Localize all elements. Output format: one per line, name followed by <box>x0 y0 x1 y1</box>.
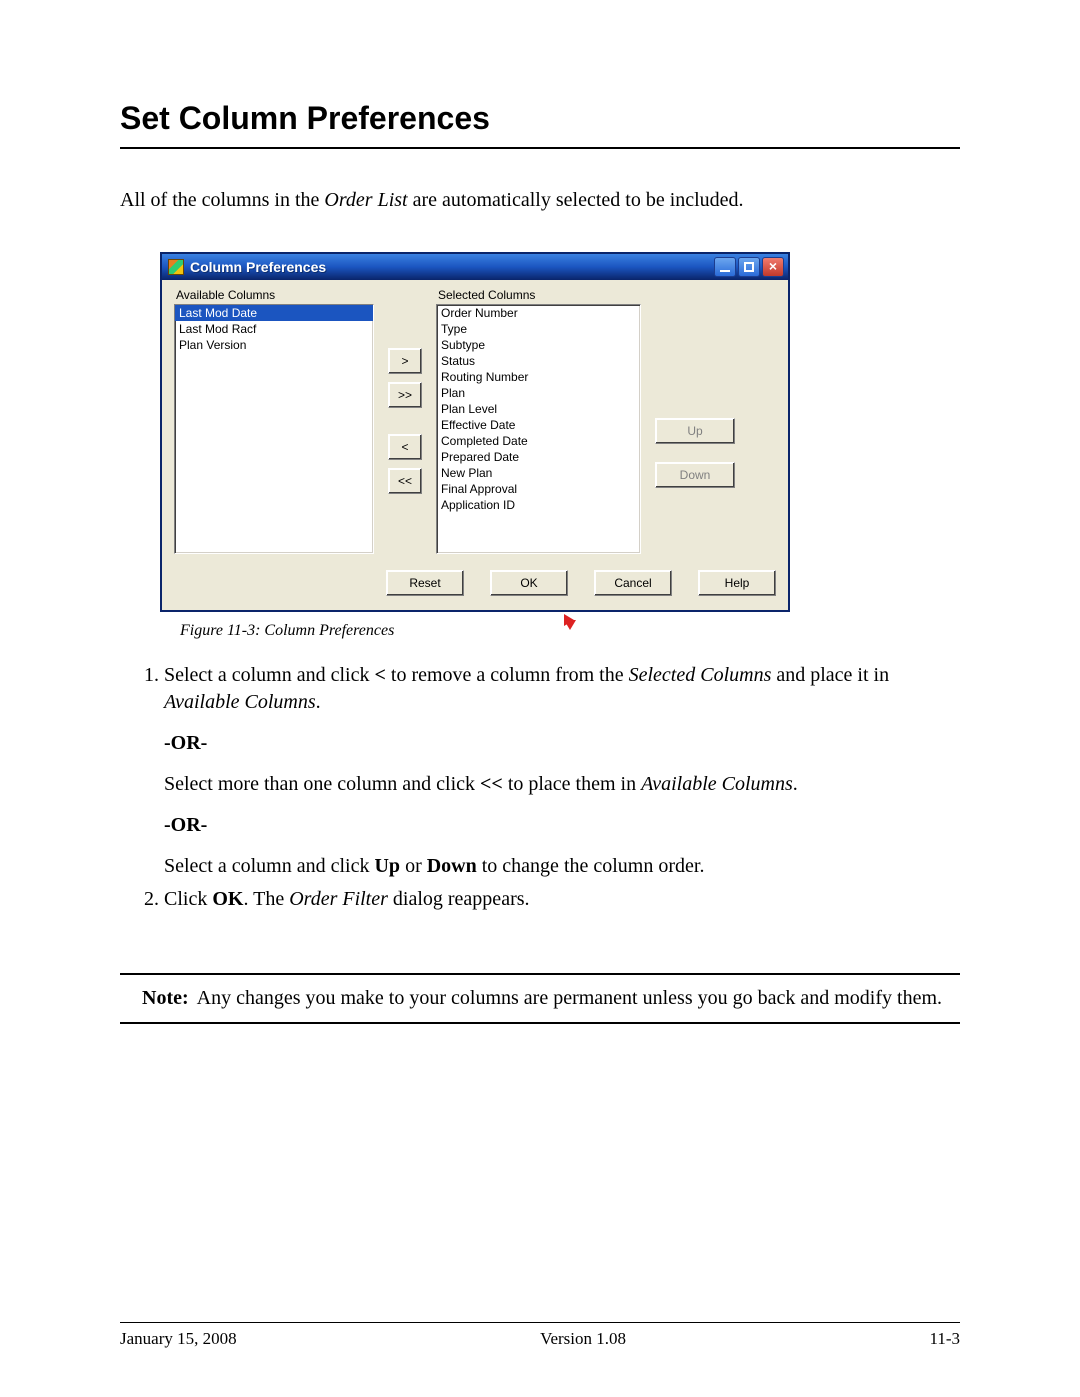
ok-button[interactable]: OK <box>490 570 568 596</box>
move-all-left-button[interactable]: << <box>388 468 422 494</box>
window-close-button[interactable] <box>762 257 784 277</box>
or-divider-2: -OR- <box>164 812 960 839</box>
footer-version: Version 1.08 <box>540 1329 626 1349</box>
list-item[interactable]: Plan Version <box>175 337 373 353</box>
t: Selected Columns <box>629 664 772 686</box>
step-2: Click OK. The Order Filter dialog reappe… <box>164 886 960 913</box>
or-divider: -OR- <box>164 730 960 757</box>
window-minimize-button[interactable] <box>714 257 736 277</box>
list-item[interactable]: Type <box>437 321 640 337</box>
list-item[interactable]: Last Mod Date <box>175 305 373 321</box>
t: and place it in <box>771 664 889 686</box>
t: Available Columns <box>164 691 316 713</box>
t: OK <box>212 888 243 910</box>
footer-page: 11-3 <box>929 1329 960 1349</box>
available-columns-listbox[interactable]: Last Mod DateLast Mod RacfPlan Version <box>174 304 374 554</box>
intro-text-b: are automatically selected to be include… <box>408 189 744 211</box>
footer-date: January 15, 2008 <box>120 1329 237 1349</box>
reset-button[interactable]: Reset <box>386 570 464 596</box>
intro-paragraph: All of the columns in the Order List are… <box>120 189 960 212</box>
list-item[interactable]: Application ID <box>437 497 640 513</box>
page-title: Set Column Preferences <box>120 100 960 137</box>
note-label: Note: <box>142 987 189 1010</box>
list-item[interactable]: Plan <box>437 385 640 401</box>
list-item[interactable]: Prepared Date <box>437 449 640 465</box>
list-item[interactable]: Final Approval <box>437 481 640 497</box>
step-1: Select a column and click < to remove a … <box>164 662 960 716</box>
note-rule-top <box>120 973 960 975</box>
titlebar[interactable]: Column Preferences <box>162 254 788 280</box>
selected-columns-listbox[interactable]: Order NumberTypeSubtypeStatusRouting Num… <box>436 304 641 554</box>
note-block: Note: Any changes you make to your colum… <box>120 987 960 1010</box>
column-preferences-dialog: Column Preferences Available Columns Las… <box>160 252 790 612</box>
instructions: Select a column and click < to remove a … <box>120 662 960 913</box>
alt-step-1: Select more than one column and click <<… <box>164 771 960 798</box>
figure-caption: Figure 11-3: Column Preferences <box>180 622 960 640</box>
list-item[interactable]: New Plan <box>437 465 640 481</box>
t: < <box>374 664 385 686</box>
move-up-button[interactable]: Up <box>655 418 735 444</box>
available-columns-label: Available Columns <box>176 288 374 302</box>
t: to remove a column from the <box>386 664 629 686</box>
t: Down <box>427 855 477 877</box>
intro-italic: Order List <box>324 189 407 211</box>
list-item[interactable]: Effective Date <box>437 417 640 433</box>
move-right-button[interactable]: > <box>388 348 422 374</box>
list-item[interactable]: Completed Date <box>437 433 640 449</box>
dialog-title: Column Preferences <box>190 259 714 275</box>
list-item[interactable]: Routing Number <box>437 369 640 385</box>
t: Up <box>374 855 400 877</box>
t: << <box>480 773 503 795</box>
move-left-button[interactable]: < <box>388 434 422 460</box>
list-item[interactable]: Last Mod Racf <box>175 321 373 337</box>
list-item[interactable]: Plan Level <box>437 401 640 417</box>
note-rule-bottom <box>120 1022 960 1024</box>
t: or <box>400 855 427 877</box>
window-maximize-button[interactable] <box>738 257 760 277</box>
t: Available Columns <box>641 773 793 795</box>
move-down-button[interactable]: Down <box>655 462 735 488</box>
app-icon <box>168 259 184 275</box>
alt-step-2: Select a column and click Up or Down to … <box>164 853 960 880</box>
t: Order Filter <box>289 888 388 910</box>
t: . <box>793 773 798 795</box>
intro-text-a: All of the columns in the <box>120 189 324 211</box>
selected-columns-label: Selected Columns <box>438 288 641 302</box>
t: Click <box>164 888 212 910</box>
list-item[interactable]: Subtype <box>437 337 640 353</box>
t: to change the column order. <box>477 855 705 877</box>
t: dialog reappears. <box>388 888 530 910</box>
list-item[interactable]: Status <box>437 353 640 369</box>
t: . The <box>243 888 289 910</box>
t: to place them in <box>503 773 641 795</box>
page-footer: January 15, 2008 Version 1.08 11-3 <box>120 1322 960 1349</box>
t: Select a column and click <box>164 664 374 686</box>
heading-rule <box>120 147 960 149</box>
note-text: Any changes you make to your columns are… <box>197 987 960 1010</box>
t: . <box>316 691 321 713</box>
cancel-button[interactable]: Cancel <box>594 570 672 596</box>
list-item[interactable]: Order Number <box>437 305 640 321</box>
t: Select a column and click <box>164 855 374 877</box>
help-button[interactable]: Help <box>698 570 776 596</box>
move-all-right-button[interactable]: >> <box>388 382 422 408</box>
t: Select more than one column and click <box>164 773 480 795</box>
